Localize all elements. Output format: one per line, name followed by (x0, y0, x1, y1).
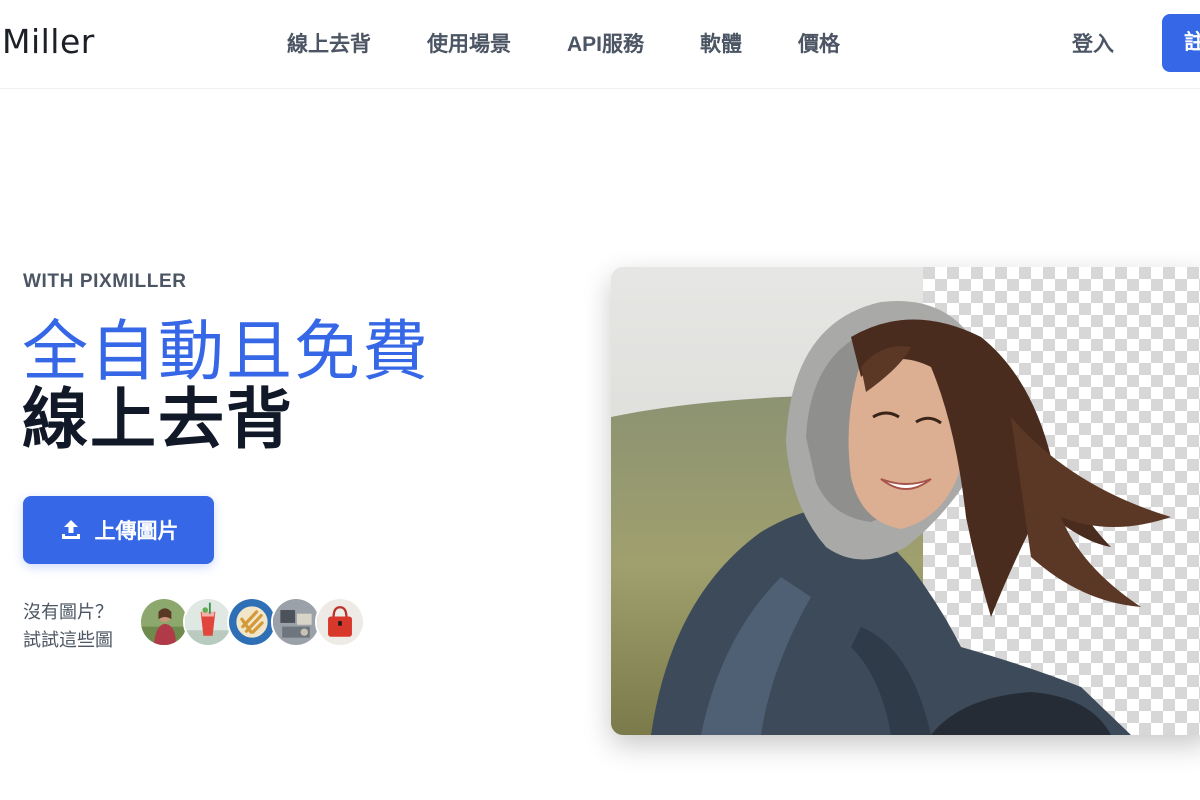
logo[interactable]: Miller (2, 22, 95, 61)
site-header: Miller 線上去背 使用場景 API服務 軟體 價格 登入 註 (0, 0, 1200, 89)
hero-eyebrow: WITH PIXMILLER (23, 271, 187, 292)
page: Miller 線上去背 使用場景 API服務 軟體 價格 登入 註 WITH P… (0, 0, 1200, 800)
hero-headline-main: 線上去背 (22, 382, 294, 456)
sample-drink-icon[interactable] (183, 597, 233, 647)
sample-prompt: 沒有圖片？ 試試這些圖 (23, 598, 133, 654)
login-link[interactable]: 登入 (1072, 28, 1114, 58)
sample-person-icon[interactable] (139, 597, 189, 647)
nav-software[interactable]: 軟體 (700, 28, 742, 58)
nav-pricing[interactable]: 價格 (798, 28, 840, 58)
upload-label: 上傳圖片 (94, 520, 179, 543)
signup-button[interactable]: 註 (1162, 14, 1200, 72)
main-nav: 線上去背 使用場景 API服務 軟體 價格 (287, 28, 896, 58)
sample-objects-icon[interactable] (271, 597, 321, 647)
upload-icon (59, 518, 83, 542)
sample-prompt-line1: 沒有圖片？ (23, 602, 113, 622)
nav-use-cases[interactable]: 使用場景 (427, 28, 511, 58)
sample-handbag-icon[interactable] (315, 597, 365, 647)
upload-image-button[interactable]: 上傳圖片 (23, 496, 214, 564)
nav-api-service[interactable]: API服務 (567, 28, 644, 58)
nav-online-removal[interactable]: 線上去背 (287, 28, 371, 58)
sample-images (139, 597, 379, 647)
sample-prompt-line2: 試試這些圖 (23, 630, 113, 650)
background-removal-demo-image (611, 267, 1200, 735)
sample-food-icon[interactable] (227, 597, 277, 647)
